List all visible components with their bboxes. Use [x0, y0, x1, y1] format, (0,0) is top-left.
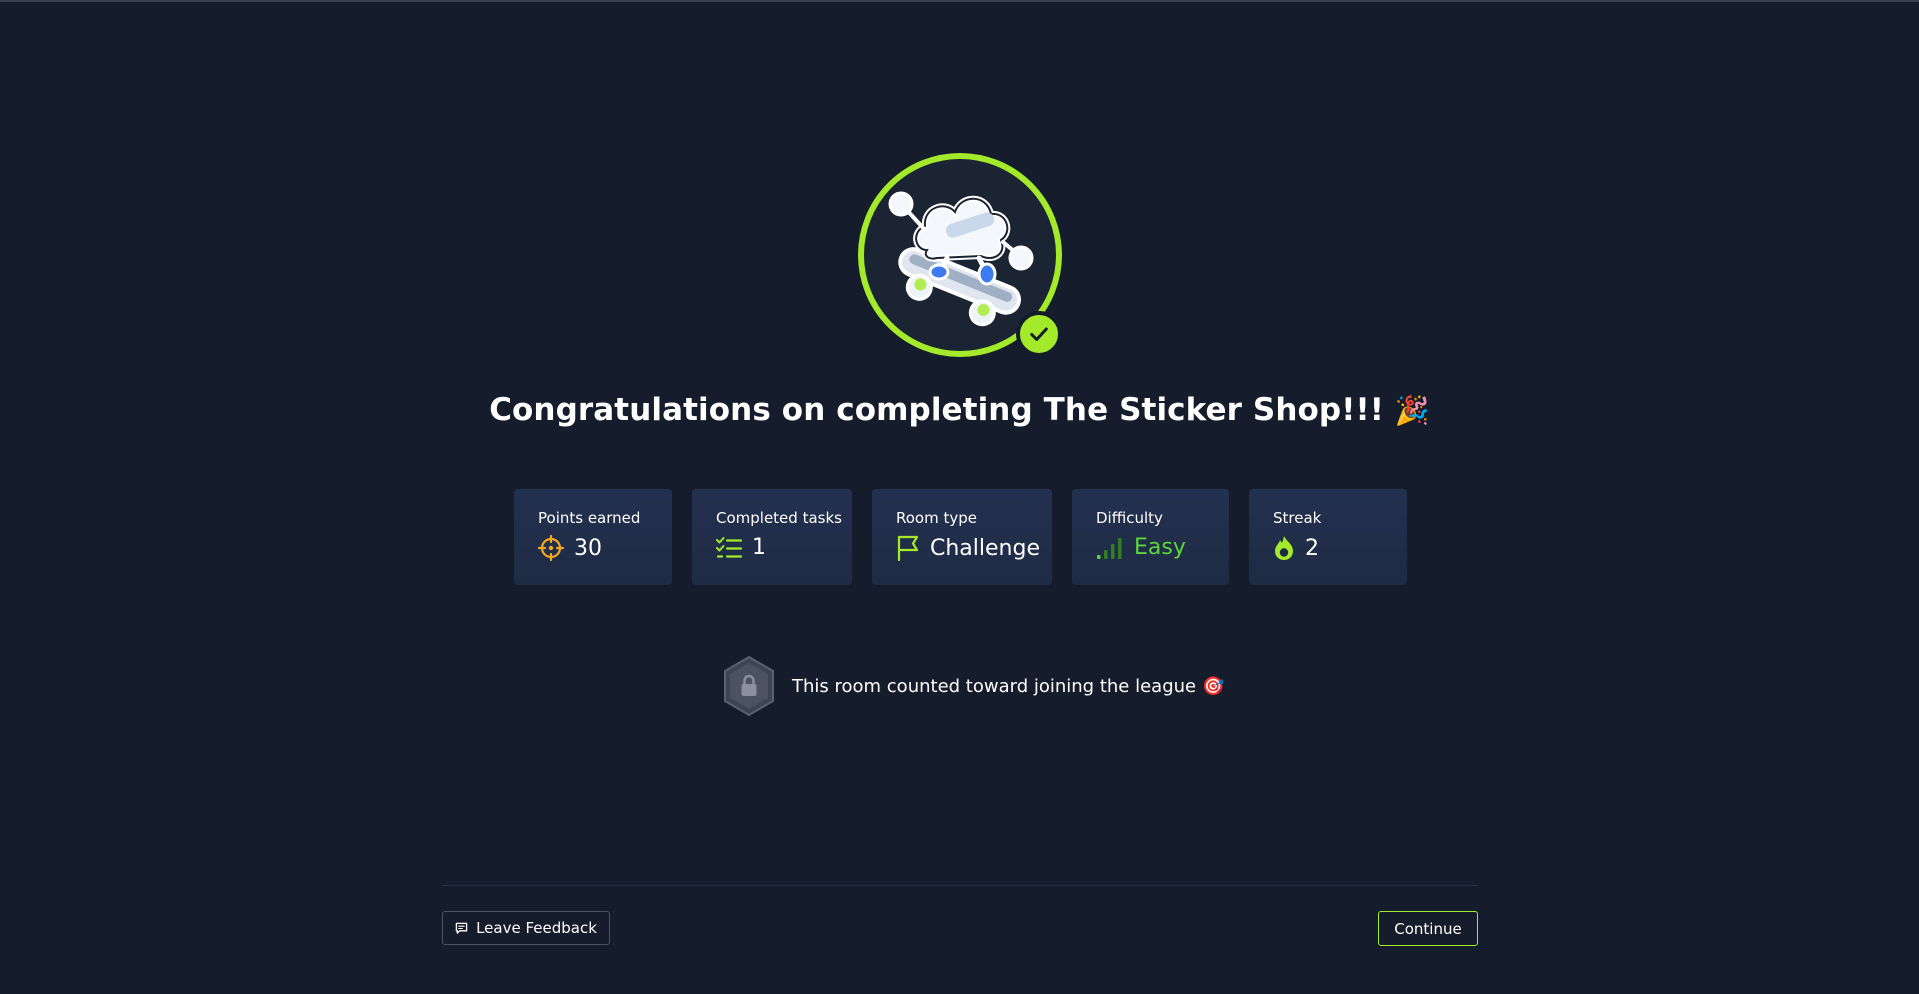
- leave-feedback-label: Leave Feedback: [476, 919, 597, 937]
- flag-icon: [897, 535, 919, 561]
- stat-label: Difficulty: [1096, 509, 1163, 527]
- stats-row: Points earned 30 Completed tasks 1 Room …: [514, 489, 1407, 585]
- lock-hexagon-icon: [724, 655, 774, 717]
- leave-feedback-button[interactable]: Leave Feedback: [442, 911, 610, 945]
- stat-value: 2: [1305, 535, 1319, 561]
- stat-label: Streak: [1273, 509, 1322, 527]
- page-title: Congratulations on completing The Sticke…: [0, 392, 1919, 428]
- stat-value: 30: [574, 535, 602, 561]
- title-text: Congratulations on completing The Sticke…: [489, 392, 1384, 428]
- stat-card-tasks: Completed tasks 1: [692, 489, 852, 585]
- footer-divider: [442, 885, 1478, 886]
- stat-value: Challenge: [930, 535, 1040, 561]
- stat-label: Points earned: [538, 509, 641, 527]
- flame-icon: [1275, 536, 1293, 560]
- continue-button[interactable]: Continue: [1378, 911, 1478, 946]
- stat-card-difficulty: Difficulty Easy: [1072, 489, 1229, 585]
- stat-card-points: Points earned 30: [514, 489, 672, 585]
- stat-value: Easy: [1134, 535, 1186, 560]
- stat-label: Completed tasks: [716, 509, 842, 527]
- stat-label: Room type: [896, 509, 977, 527]
- stat-value: 1: [752, 535, 766, 560]
- completion-page: Congratulations on completing The Sticke…: [0, 0, 1919, 994]
- room-avatar: [858, 153, 1062, 357]
- stat-card-room-type: Room type Challenge: [872, 489, 1052, 585]
- league-notice: This room counted toward joining the lea…: [722, 655, 1225, 717]
- party-popper-icon: 🎉: [1394, 394, 1430, 427]
- top-border: [0, 0, 1919, 2]
- league-text: This room counted toward joining the lea…: [792, 675, 1197, 697]
- target-icon: 🎯: [1202, 675, 1225, 697]
- crosshair-icon: [538, 535, 564, 561]
- stat-card-streak: Streak 2: [1249, 489, 1407, 585]
- message-icon: [455, 922, 468, 934]
- signal-bars-icon: [1097, 537, 1122, 559]
- checklist-icon: [716, 536, 742, 558]
- check-icon: [1016, 311, 1062, 357]
